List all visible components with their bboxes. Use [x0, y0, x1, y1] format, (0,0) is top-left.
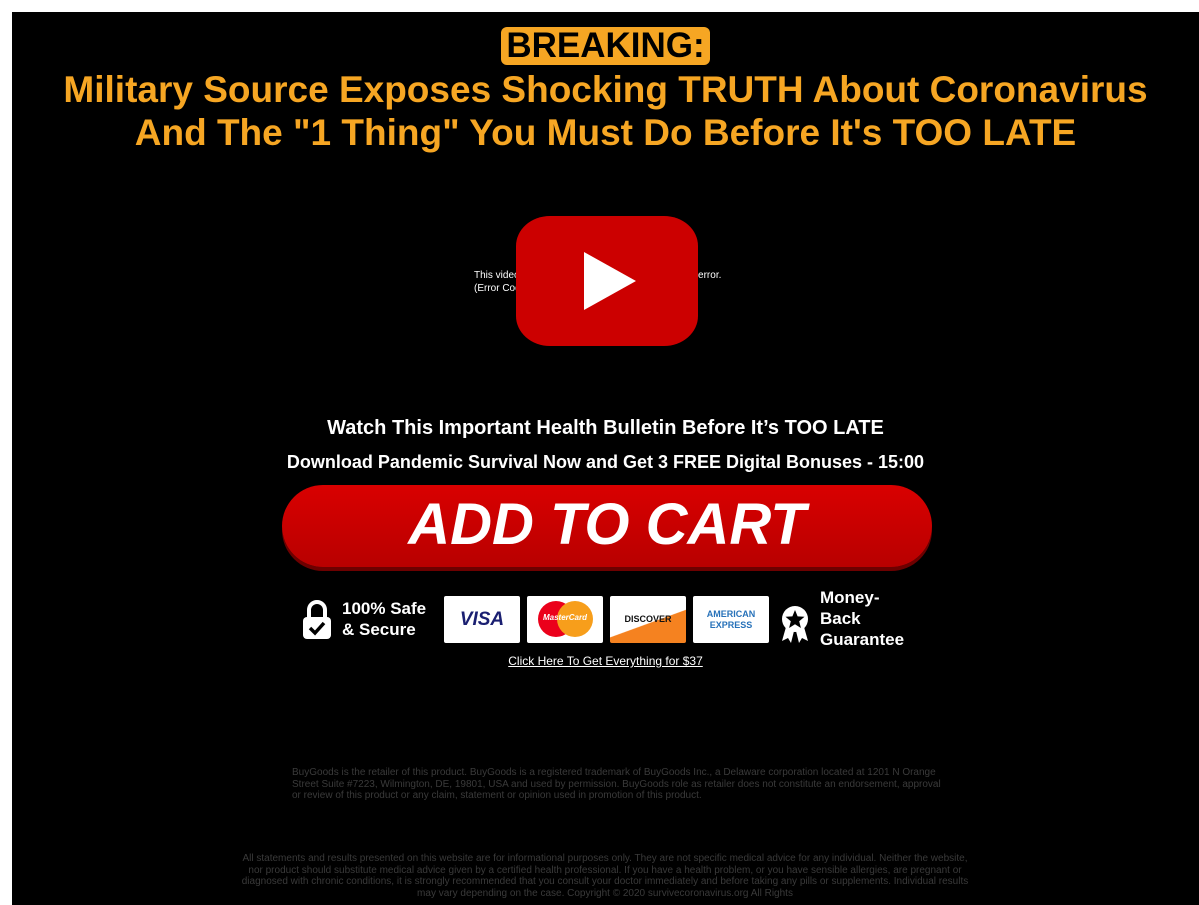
headline-block: BREAKING: Military Source Exposes Shocki…: [12, 27, 1199, 154]
amex-line-1: AMERICAN: [706, 609, 756, 619]
buygoods-disclaimer: BuyGoods is the retailer of this product…: [292, 767, 941, 801]
download-offer-text: Download Pandemic Survival Now and Get 3…: [286, 452, 925, 472]
page-headline: Military Source Exposes Shocking TRUTH A…: [12, 68, 1199, 154]
visa-text: VISA: [459, 609, 505, 630]
amex-line-2: EXPRESS: [709, 620, 753, 630]
medical-disclaimer: All statements and results presented on …: [241, 853, 969, 899]
lock-icon: [303, 600, 331, 639]
trust-badges: 100% Safe & Secure VISA MasterCard DISCO…: [302, 588, 922, 649]
play-icon: [584, 252, 636, 310]
add-to-cart-button[interactable]: ADD TO CART: [282, 485, 932, 567]
bulletin-text: Watch This Important Health Bulletin Bef…: [327, 417, 884, 439]
mastercard-logo: MasterCard: [527, 596, 603, 643]
safe-line-1: 100% Safe: [342, 599, 427, 618]
breaking-label: BREAKING:: [501, 27, 710, 65]
guarantee-badge-icon: [782, 606, 808, 643]
safe-secure-label: 100% Safe & Secure: [342, 598, 426, 640]
amex-logo: AMERICAN EXPRESS: [693, 596, 769, 643]
play-button[interactable]: [516, 216, 698, 346]
money-back-guarantee-label: Money- Back Guarantee: [820, 588, 905, 649]
sales-page: BREAKING: Military Source Exposes Shocki…: [12, 12, 1199, 905]
discover-text: DISCOVER: [624, 614, 672, 624]
headline-line-1: Military Source Exposes Shocking TRUTH A…: [63, 69, 1148, 110]
everything-offer-link[interactable]: Click Here To Get Everything for $37: [12, 654, 1199, 668]
headline-line-2: And The "1 Thing" You Must Do Before It'…: [134, 112, 1077, 153]
safe-line-2: & Secure: [342, 620, 416, 639]
video-player[interactable]: This video file cannot be played due to …: [452, 212, 802, 357]
discover-logo: DISCOVER: [610, 596, 686, 643]
visa-logo: VISA: [444, 596, 520, 643]
mastercard-text: MasterCard: [542, 613, 587, 622]
